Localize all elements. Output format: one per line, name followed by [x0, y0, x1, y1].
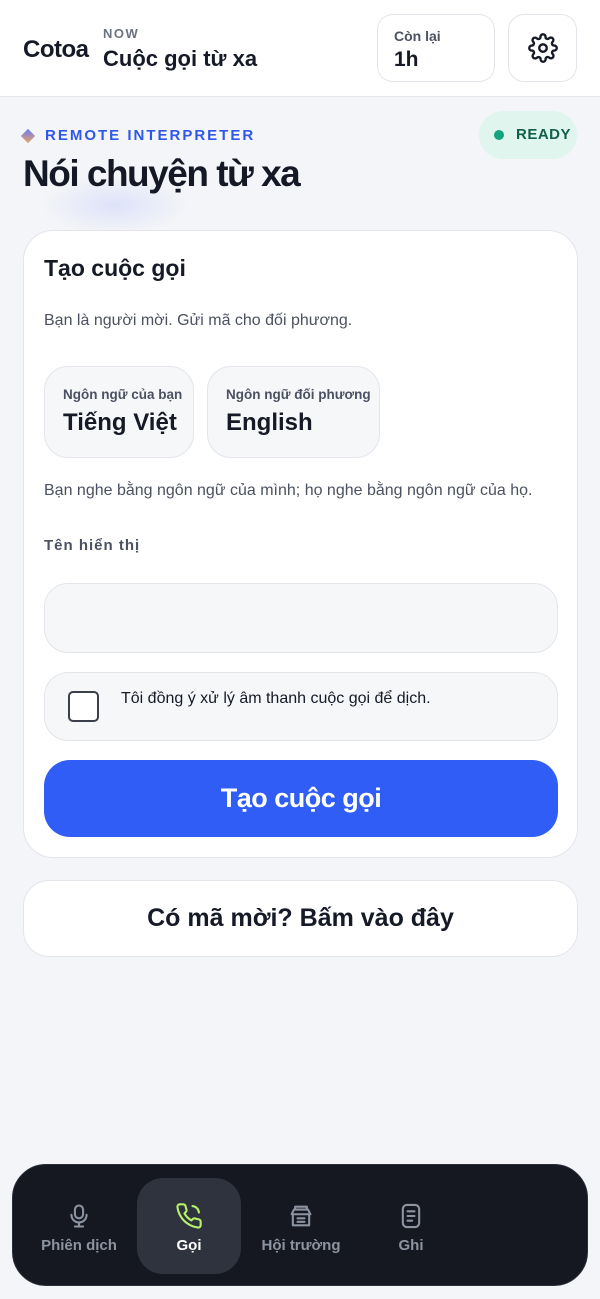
section-kicker: REMOTE INTERPRETER [45, 127, 256, 144]
remaining-time-box: Còn lại 1h [377, 14, 495, 82]
consent-row[interactable]: Tôi đồng ý xử lý âm thanh cuộc gọi để dị… [44, 672, 558, 741]
nav-label-call: Gọi [176, 1237, 202, 1254]
nav-item-conference[interactable]: Hội trường [249, 1178, 353, 1274]
display-name-label: Tên hiển thị [44, 537, 141, 554]
notes-icon [401, 1203, 421, 1229]
my-language-value: Tiếng Việt [63, 409, 177, 436]
my-language-selector[interactable]: Ngôn ngữ của bạn Tiếng Việt [44, 366, 194, 458]
status-dot [494, 130, 504, 140]
remaining-label: Còn lại [394, 28, 441, 44]
their-language-value: English [226, 409, 313, 436]
nav-label-notes: Ghi [398, 1237, 424, 1254]
top-header: Cotoa NOW Cuộc gọi từ xa Còn lại 1h [0, 0, 600, 97]
nav-label-conference: Hội trường [261, 1237, 341, 1254]
app-screen: Cotoa NOW Cuộc gọi từ xa Còn lại 1h REMO… [0, 0, 600, 1299]
invite-code-button[interactable]: Có mã mời? Bấm vào đây [23, 880, 578, 957]
create-call-card: Tạo cuộc gọi Bạn là người mời. Gửi mã ch… [23, 230, 578, 858]
language-hint: Bạn nghe bằng ngôn ngữ của mình; họ nghe… [44, 482, 533, 499]
bottom-navigation: Phiên dịch Gọi Hội trường Ghi [12, 1164, 588, 1286]
nav-item-interpret[interactable]: Phiên dịch [27, 1178, 131, 1274]
my-language-label: Ngôn ngữ của bạn [63, 387, 183, 402]
card-description: Bạn là người mời. Gửi mã cho đối phương. [44, 312, 353, 329]
their-language-selector[interactable]: Ngôn ngữ đối phương English [207, 366, 380, 458]
consent-checkbox[interactable] [68, 691, 99, 722]
nav-label-interpret: Phiên dịch [41, 1237, 117, 1254]
display-name-input[interactable] [44, 583, 558, 653]
card-title: Tạo cuộc gọi [44, 255, 186, 281]
brand-logo: Cotoa [23, 36, 89, 63]
create-call-button[interactable]: Tạo cuộc gọi [44, 760, 558, 837]
settings-button[interactable] [508, 14, 577, 82]
status-text: READY [516, 126, 572, 143]
diamond-icon [20, 128, 36, 144]
status-badge: READY [479, 111, 577, 159]
remaining-value: 1h [394, 48, 419, 71]
nav-item-notes[interactable]: Ghi [359, 1178, 463, 1274]
microphone-icon [70, 1204, 88, 1228]
their-language-label: Ngôn ngữ đối phương [226, 387, 371, 402]
podium-icon [290, 1205, 312, 1227]
now-label: NOW [103, 26, 140, 41]
nav-item-call[interactable]: Gọi [137, 1178, 241, 1274]
phone-icon [176, 1203, 202, 1229]
gear-icon [527, 33, 558, 63]
page-title: Nói chuyện từ xa [23, 153, 301, 194]
header-title: Cuộc gọi từ xa [103, 46, 258, 71]
consent-text: Tôi đồng ý xử lý âm thanh cuộc gọi để dị… [121, 690, 431, 707]
